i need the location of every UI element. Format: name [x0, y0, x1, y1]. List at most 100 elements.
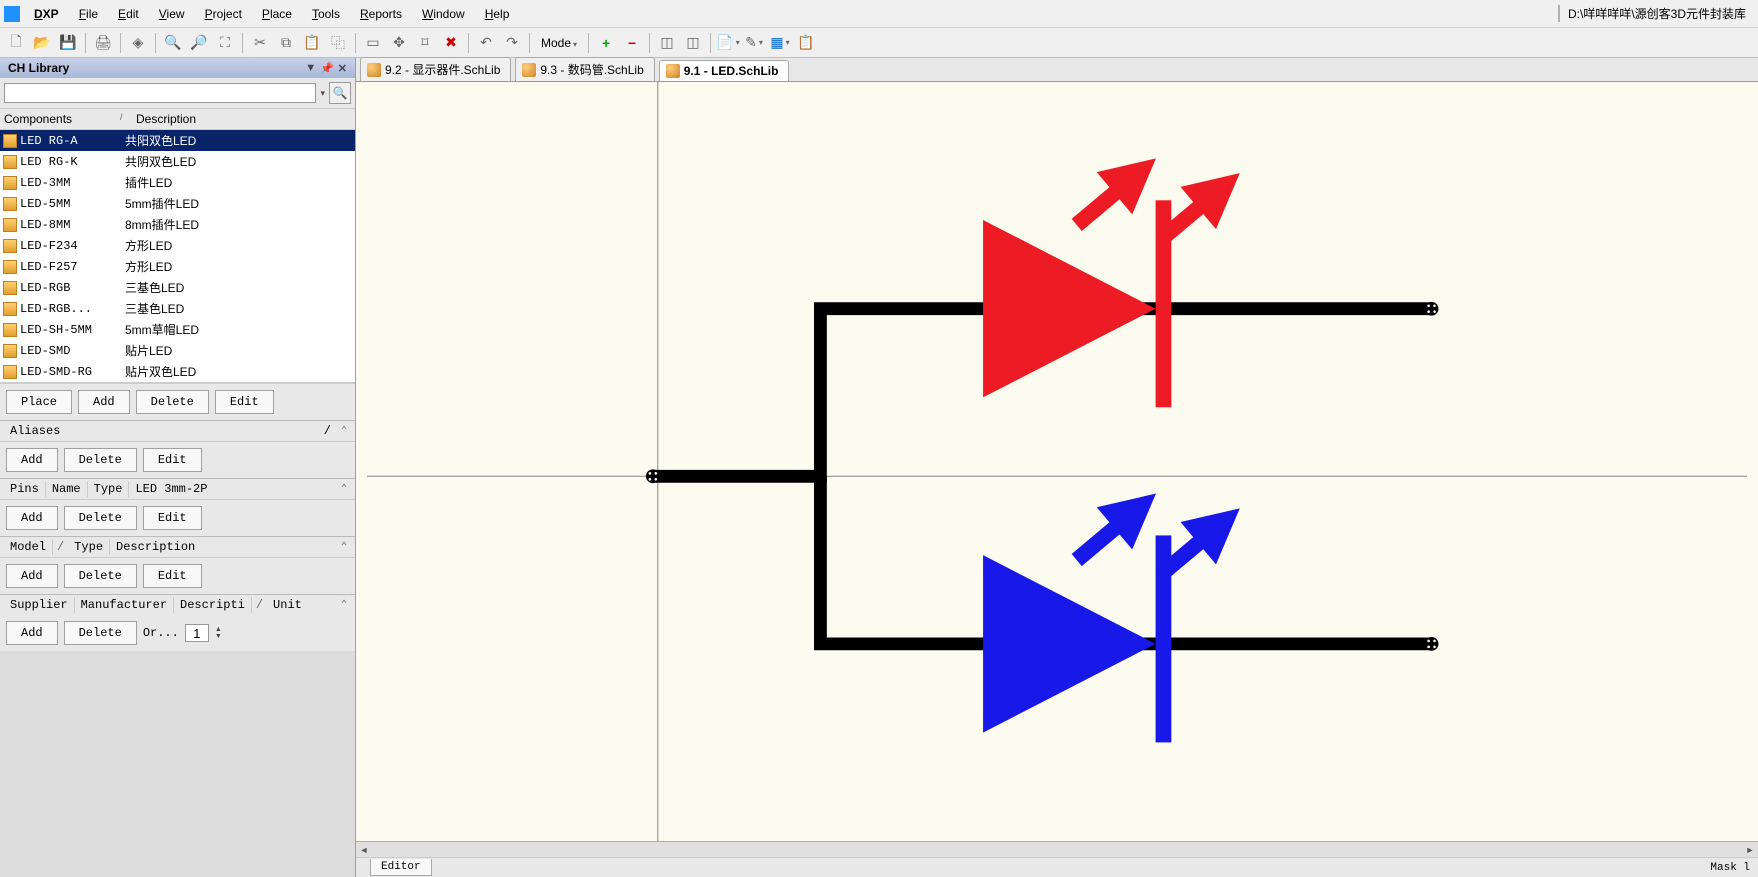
clear-icon[interactable]: ✖ — [439, 31, 463, 55]
edit-button[interactable]: Edit — [215, 390, 274, 414]
pins-add-button[interactable]: Add — [6, 506, 58, 530]
save-icon[interactable]: 💾 — [56, 31, 80, 55]
menu-help[interactable]: Help — [475, 3, 520, 25]
menu-file[interactable]: File — [69, 3, 108, 25]
zoom-in-icon[interactable]: 🔍 — [161, 31, 185, 55]
component-row[interactable]: LED-F234方形LED — [0, 235, 355, 256]
model-add-button[interactable]: Add — [6, 564, 58, 588]
mode-dropdown[interactable]: Mode — [535, 36, 583, 50]
panel-close-icon[interactable]: ✕ — [338, 62, 347, 75]
menu-window[interactable]: Window — [412, 3, 475, 25]
led-red[interactable] — [983, 137, 1257, 407]
place-dropdown-icon[interactable]: 📄 — [716, 31, 740, 55]
part-b-icon[interactable]: ◫ — [681, 31, 705, 55]
supplier-desc-col[interactable]: Descripti — [174, 597, 252, 613]
components-list[interactable]: LED RG-A共阳双色LEDLED RG-K共阴双色LEDLED-3MM插件L… — [0, 130, 355, 383]
menu-tools[interactable]: Tools — [302, 3, 350, 25]
menu-view[interactable]: View — [149, 3, 195, 25]
pins-name-col[interactable]: Name — [46, 481, 88, 497]
component-row[interactable]: LED-SMD-RG贴片双色LED — [0, 361, 355, 382]
model-desc-col[interactable]: Description — [110, 539, 337, 555]
component-row[interactable]: LED-SH-5MM5mm草帽LED — [0, 319, 355, 340]
menu-dxp[interactable]: DXP — [24, 3, 69, 25]
supplier-delete-button[interactable]: Delete — [64, 621, 137, 645]
model-sort-icon[interactable]: / — [53, 540, 68, 554]
menu-place[interactable]: Place — [252, 3, 302, 25]
delete-button[interactable]: Delete — [136, 390, 209, 414]
pins-col[interactable]: Pins — [4, 481, 46, 497]
print-icon[interactable]: 🖨 — [91, 31, 115, 55]
components-col-header[interactable]: Components — [0, 111, 120, 127]
open-file-icon[interactable]: 📂 — [30, 31, 54, 55]
aliases-sort-icon[interactable]: / — [318, 424, 337, 438]
unit-col[interactable]: Unit — [267, 597, 308, 613]
component-row[interactable]: LED-3MM插件LED — [0, 172, 355, 193]
aliases-edit-button[interactable]: Edit — [143, 448, 202, 472]
pins-edit-button[interactable]: Edit — [143, 506, 202, 530]
move-icon[interactable]: ✥ — [387, 31, 411, 55]
aliases-delete-button[interactable]: Delete — [64, 448, 137, 472]
search-input[interactable] — [4, 83, 316, 103]
menu-reports[interactable]: Reports — [350, 3, 412, 25]
zoom-out-icon[interactable]: 🔎 — [187, 31, 211, 55]
draw-dropdown-icon[interactable]: ✎ — [742, 31, 766, 55]
pins-expand-icon[interactable]: ⌃ — [337, 483, 351, 495]
supplier-col[interactable]: Supplier — [4, 597, 75, 613]
select-rect-icon[interactable]: ▭ — [361, 31, 385, 55]
scroll-left-icon[interactable]: ◄ — [356, 842, 372, 858]
components-sort-icon[interactable]: / — [120, 111, 132, 127]
copy-icon[interactable]: ⧉ — [274, 31, 298, 55]
scroll-right-icon[interactable]: ► — [1742, 842, 1758, 858]
schematic-svg[interactable] — [356, 82, 1758, 841]
search-icon[interactable]: 🔍 — [329, 82, 351, 104]
model-expand-icon[interactable]: ⌃ — [337, 541, 351, 553]
model-edit-button[interactable]: Edit — [143, 564, 202, 588]
document-tab[interactable]: 9.2 - 显示器件.SchLib — [360, 57, 511, 81]
redo-icon[interactable]: ↷ — [500, 31, 524, 55]
component-row[interactable]: LED-RGB三基色LED — [0, 277, 355, 298]
document-tab[interactable]: 9.1 - LED.SchLib — [659, 60, 790, 81]
menu-edit[interactable]: Edit — [108, 3, 149, 25]
manufacturer-col[interactable]: Manufacturer — [75, 597, 174, 613]
pins-designator-col[interactable]: LED 3mm-2P — [129, 481, 337, 497]
component-row[interactable]: LED-RGB...三基色LED — [0, 298, 355, 319]
component-row[interactable]: LED-F257方形LED — [0, 256, 355, 277]
place-button[interactable]: Place — [6, 390, 72, 414]
aliases-expand-icon[interactable]: ⌃ — [337, 425, 351, 437]
panel-dropdown-icon[interactable]: ▼ — [305, 62, 316, 75]
schematic-canvas[interactable] — [356, 82, 1758, 841]
zoom-fit-icon[interactable]: ⛶ — [213, 31, 237, 55]
options-icon[interactable]: 📋 — [794, 31, 818, 55]
description-col-header[interactable]: Description — [132, 111, 337, 127]
menu-project[interactable]: Project — [195, 3, 252, 25]
aliases-add-button[interactable]: Add — [6, 448, 58, 472]
new-file-icon[interactable]: 🗋 — [4, 31, 28, 55]
model-type-col[interactable]: Type — [68, 539, 110, 555]
pins-type-col[interactable]: Type — [88, 481, 130, 497]
cut-icon[interactable]: ✂ — [248, 31, 272, 55]
document-tab[interactable]: 9.3 - 数码管.SchLib — [515, 57, 654, 81]
component-row[interactable]: LED-5MM5mm插件LED — [0, 193, 355, 214]
duplicate-icon[interactable]: ⿻ — [326, 31, 350, 55]
add-part-icon[interactable]: + — [594, 31, 618, 55]
paste-icon[interactable]: 📋 — [300, 31, 324, 55]
model-delete-button[interactable]: Delete — [64, 564, 137, 588]
editor-tab[interactable]: Editor — [370, 859, 432, 876]
part-a-icon[interactable]: ◫ — [655, 31, 679, 55]
supplier-add-button[interactable]: Add — [6, 621, 58, 645]
quantity-spinner[interactable]: ▲▼ — [215, 626, 222, 640]
search-dropdown-icon[interactable]: ▾ — [320, 88, 325, 99]
led-blue[interactable] — [983, 472, 1257, 742]
model-col[interactable]: Model — [4, 539, 53, 555]
deselect-icon[interactable]: ⌑ — [413, 31, 437, 55]
remove-part-icon[interactable]: − — [620, 31, 644, 55]
component-row[interactable]: LED-SMD贴片LED — [0, 340, 355, 361]
supplier-expand-icon[interactable]: ⌃ — [337, 599, 351, 611]
grid-dropdown-icon[interactable]: ▦ — [768, 31, 792, 55]
add-button[interactable]: Add — [78, 390, 130, 414]
component-row[interactable]: LED RG-A共阳双色LED — [0, 130, 355, 151]
component-row[interactable]: LED RG-K共阴双色LED — [0, 151, 355, 172]
panel-pin-icon[interactable]: 📌 — [320, 62, 334, 75]
horizontal-scrollbar[interactable]: ◄ ► — [356, 841, 1758, 857]
ordering-quantity[interactable] — [185, 624, 209, 642]
